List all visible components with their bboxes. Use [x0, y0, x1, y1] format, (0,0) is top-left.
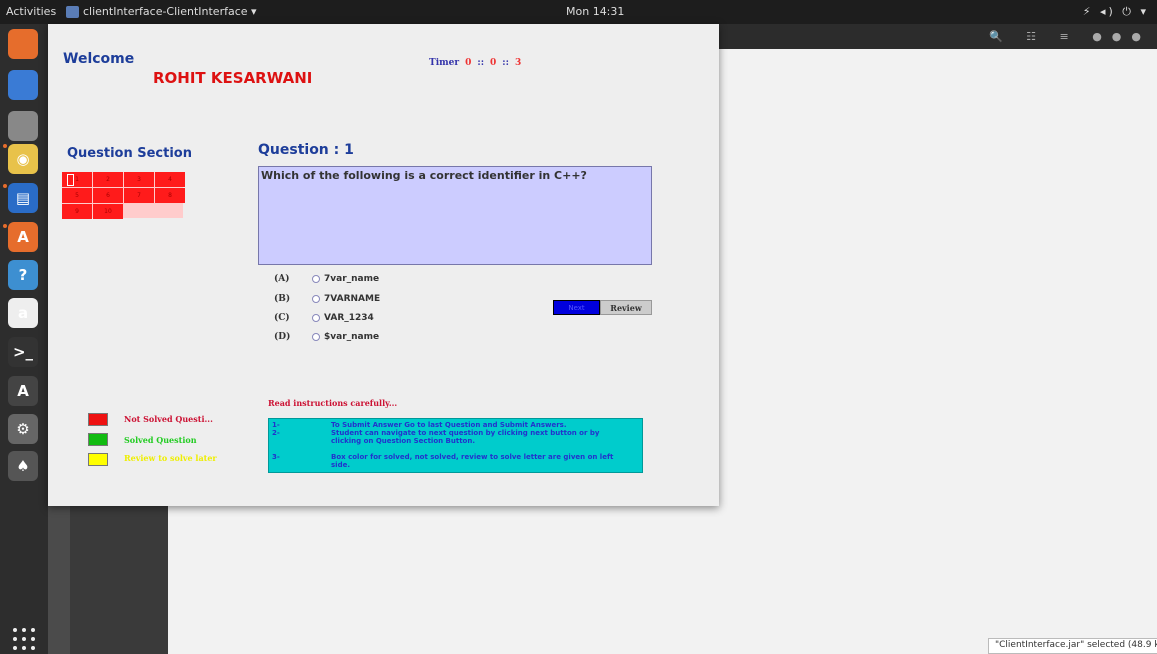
welcome-label: Welcome	[63, 51, 135, 67]
amazon-icon[interactable]: a	[8, 298, 38, 328]
option-letter: (D)	[274, 332, 291, 342]
running-indicator	[3, 224, 7, 228]
settings-icon[interactable]: ⚙	[8, 414, 38, 444]
software-icon[interactable]: A	[8, 222, 38, 252]
terminal-icon[interactable]: >_	[8, 337, 38, 367]
option-text: VAR_1234	[324, 313, 374, 323]
writer-icon[interactable]: ▤	[8, 183, 38, 213]
show-applications-icon[interactable]	[13, 628, 35, 650]
instruction-number: 3-	[272, 453, 280, 461]
app-menu-icon	[66, 5, 79, 18]
app-menu-label: clientInterface-ClientInterface ▾	[83, 5, 257, 18]
instruction-text: Box color for solved, not solved, review…	[331, 453, 614, 469]
legend-swatch-solved	[88, 433, 108, 446]
instruction-number: 1-	[272, 421, 280, 429]
firefox-icon[interactable]	[8, 29, 38, 59]
question-button-5[interactable]: 5	[62, 188, 92, 203]
timer-label: Timer	[429, 58, 460, 68]
dock: ◉ ▤ A? a >_ A ⚙ ♠	[0, 24, 48, 654]
question-section-title: Question Section	[67, 146, 192, 161]
question-text-area: Which of the following is a correct iden…	[258, 166, 652, 265]
client-interface-window: Welcome ROHIT KESARWANI Timer 0 :: 0 :: …	[48, 24, 719, 506]
question-button-6[interactable]: 6	[93, 188, 123, 203]
instructions-heading: Read instructions carefully...	[268, 398, 398, 408]
header-icons[interactable]: 🔍 ☷ ≡ ●●●	[989, 30, 1151, 43]
timer-minutes: 0	[490, 58, 497, 68]
option-radio[interactable]	[312, 333, 320, 341]
timer-separator: ::	[502, 58, 509, 68]
option-radio[interactable]	[312, 295, 320, 303]
legend-label-not-solved: Not Solved Questi...	[124, 414, 213, 424]
option-a[interactable]: (A) 7var_name	[274, 274, 379, 284]
option-c[interactable]: (C) VAR_1234	[274, 313, 374, 323]
question-button-7[interactable]: 7	[124, 188, 154, 203]
timer-separator: ::	[477, 58, 485, 68]
question-button-2[interactable]: 2	[93, 172, 123, 187]
instructions-box: 1- To Submit Answer Go to last Question …	[268, 418, 643, 473]
instruction-text: To Submit Answer Go to last Question and…	[331, 421, 567, 429]
next-button[interactable]: Next	[553, 300, 600, 315]
timer-seconds: 3	[514, 58, 522, 68]
question-button-1[interactable]: 1	[62, 172, 92, 187]
files-icon[interactable]	[8, 111, 38, 141]
option-b[interactable]: (B) 7VARNAME	[274, 294, 380, 304]
review-button[interactable]: Review	[600, 300, 652, 315]
clock[interactable]: Mon 14:31	[566, 5, 624, 18]
updater-icon[interactable]: A	[8, 376, 38, 406]
running-indicator	[3, 184, 7, 188]
question-grid: 1 2 3 4 5 6 7 8 9 10	[62, 172, 185, 219]
top-bar: Activities clientInterface-ClientInterfa…	[0, 0, 1157, 24]
question-button-3[interactable]: 3	[124, 172, 154, 187]
rhythmbox-icon[interactable]: ◉	[8, 144, 38, 174]
running-indicator	[3, 144, 7, 148]
timer-hours: 0	[465, 58, 472, 68]
legend-swatch-not-solved	[88, 413, 108, 426]
option-radio[interactable]	[312, 275, 320, 283]
option-letter: (B)	[274, 294, 291, 304]
activities-button[interactable]: Activities	[6, 5, 56, 18]
java-app-icon[interactable]: ♠	[8, 451, 38, 481]
option-text: 7VARNAME	[324, 294, 381, 304]
instruction-number: 2-	[272, 429, 280, 437]
question-button-4[interactable]: 4	[155, 172, 185, 187]
status-tooltip: "ClientInterface.jar" selected (48.9 kB)	[988, 638, 1157, 654]
legend-swatch-review	[88, 453, 108, 466]
app-menu[interactable]: clientInterface-ClientInterface ▾	[66, 5, 257, 18]
system-tray[interactable]: ⚡ ◂) ⏻ ▾	[1083, 5, 1149, 19]
legend-label-review: Review to solve later	[124, 453, 217, 463]
option-radio[interactable]	[312, 314, 320, 322]
username-label: ROHIT KESARWANI	[153, 69, 313, 87]
thunderbird-icon[interactable]	[8, 70, 38, 100]
option-d[interactable]: (D) $var_name	[274, 332, 379, 342]
option-text: 7var_name	[324, 274, 380, 284]
question-button-8[interactable]: 8	[155, 188, 185, 203]
legend-label-solved: Solved Question	[124, 435, 197, 445]
option-text: $var_name	[324, 332, 380, 342]
option-letter: (C)	[274, 313, 290, 323]
help-icon[interactable]: ?	[8, 260, 38, 290]
option-letter: (A)	[274, 274, 290, 284]
question-title: Question : 1	[258, 142, 354, 158]
question-button-9[interactable]: 9	[62, 204, 92, 219]
instruction-text: Student can navigate to next question by…	[331, 429, 600, 445]
timer: Timer 0 :: 0 :: 3	[429, 58, 521, 68]
question-button-10[interactable]: 10	[93, 204, 123, 219]
